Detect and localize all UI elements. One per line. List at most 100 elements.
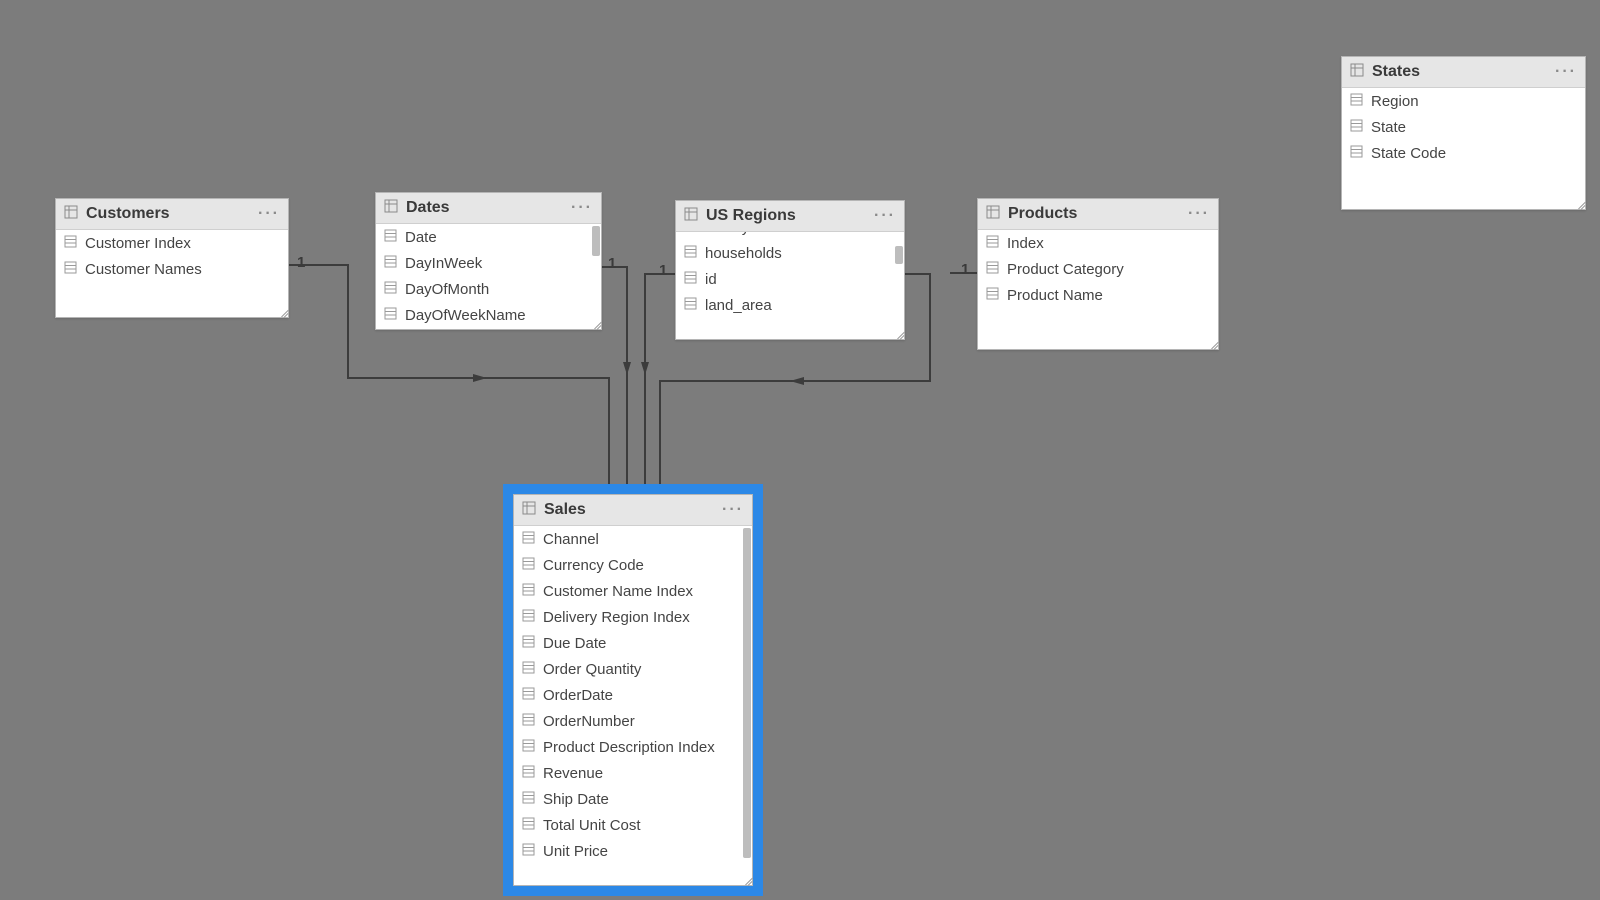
- field-icon: [684, 271, 697, 288]
- field-label: land_area: [705, 297, 772, 314]
- table-icon: [1350, 63, 1364, 82]
- field-icon: [522, 609, 535, 626]
- table-usregions[interactable]: US Regions ··· county households id land…: [675, 200, 905, 340]
- field-row[interactable]: State Code: [1342, 140, 1585, 166]
- table-menu-icon[interactable]: ···: [571, 199, 593, 217]
- field-row[interactable]: Currency Code: [514, 552, 752, 578]
- resize-handle[interactable]: [278, 307, 288, 317]
- field-label: Region: [1371, 93, 1419, 110]
- field-row[interactable]: OrderDate: [514, 682, 752, 708]
- field-icon: [522, 739, 535, 756]
- field-row[interactable]: DayOfWeekName: [376, 302, 601, 328]
- field-row[interactable]: Index: [978, 230, 1218, 256]
- field-icon: [522, 817, 535, 834]
- field-row[interactable]: Due Date: [514, 630, 752, 656]
- resize-handle[interactable]: [742, 875, 752, 885]
- field-row[interactable]: DayOfMonth: [376, 276, 601, 302]
- field-row[interactable]: Delivery Region Index: [514, 604, 752, 630]
- field-label: Order Quantity: [543, 661, 641, 678]
- field-icon: [986, 261, 999, 278]
- field-icon: [64, 261, 77, 278]
- table-icon: [986, 205, 1000, 224]
- table-menu-icon[interactable]: ···: [1555, 63, 1577, 81]
- table-states[interactable]: States ··· Region State State Code: [1341, 56, 1586, 210]
- field-row[interactable]: land_area: [676, 292, 904, 318]
- field-label: Total Unit Cost: [543, 817, 641, 834]
- field-label: OrderNumber: [543, 713, 635, 730]
- field-label: id: [705, 271, 717, 288]
- table-icon: [522, 501, 536, 520]
- field-row[interactable]: Product Name: [978, 282, 1218, 308]
- field-label: households: [705, 245, 782, 262]
- table-header[interactable]: Dates ···: [376, 193, 601, 224]
- scrollbar-thumb[interactable]: [592, 226, 600, 256]
- table-products[interactable]: Products ··· Index Product Category Prod…: [977, 198, 1219, 350]
- field-icon: [522, 583, 535, 600]
- field-icon: [522, 843, 535, 860]
- field-icon: [64, 235, 77, 252]
- field-icon: [684, 245, 697, 262]
- cardinality-label: 1: [659, 262, 667, 279]
- table-header[interactable]: Products ···: [978, 199, 1218, 230]
- field-icon: [1350, 145, 1363, 162]
- table-icon: [684, 207, 698, 226]
- cardinality-label: 1: [608, 255, 616, 272]
- table-header[interactable]: Customers ···: [56, 199, 288, 230]
- field-icon: [522, 713, 535, 730]
- table-customers[interactable]: Customers ··· Customer Index Customer Na…: [55, 198, 289, 318]
- field-row[interactable]: id: [676, 266, 904, 292]
- table-menu-icon[interactable]: ···: [722, 501, 744, 519]
- field-row[interactable]: OrderNumber: [514, 708, 752, 734]
- table-menu-icon[interactable]: ···: [1188, 205, 1210, 223]
- field-row[interactable]: households: [676, 240, 904, 266]
- field-label: Revenue: [543, 765, 603, 782]
- field-row[interactable]: Channel: [514, 526, 752, 552]
- table-menu-icon[interactable]: ···: [874, 207, 896, 225]
- field-row[interactable]: Ship Date: [514, 786, 752, 812]
- field-label: Product Category: [1007, 261, 1124, 278]
- table-icon: [64, 205, 78, 224]
- field-row[interactable]: Customer Names: [56, 256, 288, 282]
- field-row[interactable]: Product Description Index: [514, 734, 752, 760]
- table-sales[interactable]: Sales ··· Channel Currency Code Customer…: [513, 494, 753, 886]
- field-label: OrderDate: [543, 687, 613, 704]
- field-row[interactable]: State: [1342, 114, 1585, 140]
- table-menu-icon[interactable]: ···: [258, 205, 280, 223]
- table-title: Dates: [406, 199, 450, 217]
- field-row[interactable]: Order Quantity: [514, 656, 752, 682]
- field-row[interactable]: DayInWeek: [376, 250, 601, 276]
- field-label: DayOfWeekName: [405, 307, 526, 324]
- field-row[interactable]: Total Unit Cost: [514, 812, 752, 838]
- table-header[interactable]: States ···: [1342, 57, 1585, 88]
- field-row[interactable]: Product Category: [978, 256, 1218, 282]
- field-row[interactable]: Date: [376, 224, 601, 250]
- resize-handle[interactable]: [591, 319, 601, 329]
- field-label: Product Name: [1007, 287, 1103, 304]
- field-row[interactable]: Revenue: [514, 760, 752, 786]
- cardinality-label: 1: [961, 261, 969, 278]
- table-icon: [384, 199, 398, 218]
- field-label: Index: [1007, 235, 1044, 252]
- scrollbar-thumb[interactable]: [743, 528, 751, 858]
- table-header[interactable]: Sales ···: [514, 495, 752, 526]
- resize-handle[interactable]: [1575, 199, 1585, 209]
- field-icon: [384, 255, 397, 272]
- field-row[interactable]: Unit Price: [514, 838, 752, 864]
- field-row[interactable]: Customer Name Index: [514, 578, 752, 604]
- field-label: DayInWeek: [405, 255, 482, 272]
- field-label: Customer Name Index: [543, 583, 693, 600]
- field-row[interactable]: Region: [1342, 88, 1585, 114]
- scrollbar-thumb[interactable]: [895, 246, 903, 264]
- field-icon: [986, 235, 999, 252]
- table-title: US Regions: [706, 207, 796, 225]
- field-row[interactable]: county: [676, 232, 904, 240]
- field-icon: [384, 307, 397, 324]
- field-icon: [986, 287, 999, 304]
- resize-handle[interactable]: [1208, 339, 1218, 349]
- resize-handle[interactable]: [894, 329, 904, 339]
- table-dates[interactable]: Dates ··· Date DayInWeek DayOfMonth DayO…: [375, 192, 602, 330]
- table-header[interactable]: US Regions ···: [676, 201, 904, 232]
- field-label: county: [705, 232, 749, 236]
- field-row[interactable]: Customer Index: [56, 230, 288, 256]
- field-label: DayOfMonth: [405, 281, 489, 298]
